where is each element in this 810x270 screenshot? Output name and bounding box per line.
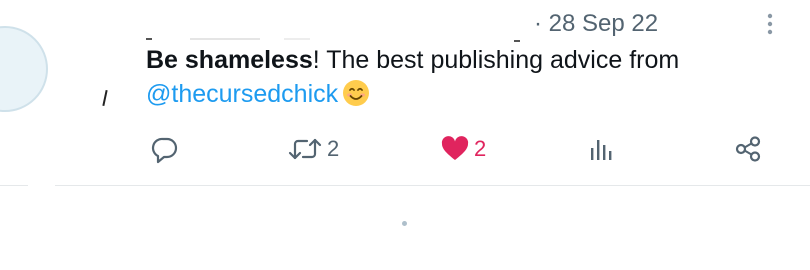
smiling-face-emoji-icon — [342, 79, 370, 107]
mention-link[interactable]: @thecursedchick — [146, 80, 338, 108]
thread-marker — [102, 89, 108, 107]
reply-button[interactable] — [150, 128, 184, 170]
views-icon — [591, 140, 612, 160]
like-button[interactable]: 2 — [440, 128, 486, 170]
tweet-timestamp[interactable]: · 28 Sep 22 — [534, 10, 658, 38]
retweet-count: 2 — [327, 136, 340, 161]
tweet-page: · 28 Sep 22 Be shameless! The best publi… — [0, 0, 810, 270]
tweet-text-bold: Be shameless — [146, 46, 313, 74]
heart-icon — [441, 136, 469, 160]
share-button[interactable] — [733, 128, 767, 170]
author-name-line[interactable] — [146, 28, 526, 42]
more-options-icon[interactable] — [760, 10, 780, 42]
like-count: 2 — [474, 136, 487, 161]
share-icon — [735, 136, 761, 162]
views-button[interactable] — [588, 128, 620, 170]
divider-left — [0, 185, 28, 186]
loading-indicator-icon — [402, 221, 407, 226]
tweet-actions-bar: 2 2 — [0, 128, 810, 170]
reply-icon — [151, 137, 178, 164]
retweet-icon — [288, 138, 322, 160]
tweet-divider — [55, 185, 810, 186]
avatar[interactable] — [0, 26, 48, 112]
tweet-text: Be shameless! The best publishing advice… — [146, 43, 756, 111]
tweet-text-body: ! The best publishing advice from — [312, 46, 680, 74]
retweet-button[interactable]: 2 — [287, 128, 339, 170]
